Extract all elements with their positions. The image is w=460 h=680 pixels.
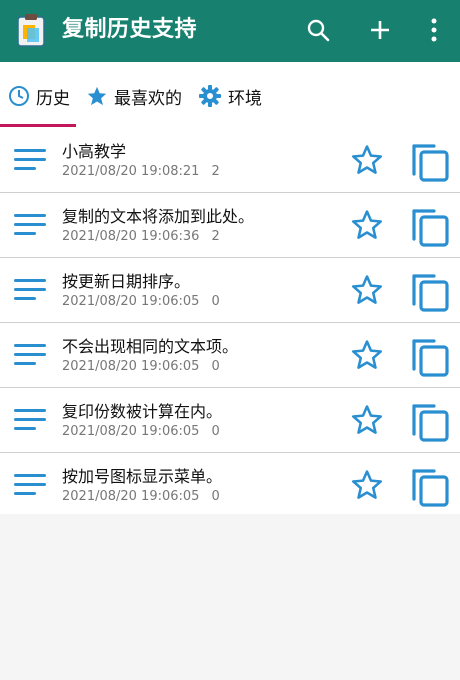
tab-label: 历史 — [36, 88, 70, 109]
copy-icon[interactable] — [410, 138, 450, 182]
menu-lines-icon[interactable] — [14, 146, 48, 174]
item-time: 2021/08/20 19:08:21 — [62, 164, 200, 179]
copy-count: 2 — [211, 229, 220, 244]
menu-lines-icon[interactable] — [14, 341, 48, 369]
add-icon — [371, 21, 389, 39]
tab-label: 最喜欢的 — [114, 88, 182, 109]
favorite-star-icon[interactable] — [350, 403, 384, 437]
more-vert-icon — [431, 18, 437, 42]
copy-count: 0 — [211, 359, 220, 374]
copy-count: 0 — [211, 294, 220, 309]
item-meta: 2021/08/20 19:06:05 0 — [62, 359, 220, 374]
app-bar: 复制历史支持 — [0, 0, 460, 62]
list-item[interactable]: 不会出现相同的文本项。 2021/08/20 19:06:05 0 — [0, 323, 460, 388]
menu-lines-icon[interactable] — [14, 276, 48, 304]
copy-icon[interactable] — [410, 398, 450, 442]
copy-icon[interactable] — [410, 203, 450, 247]
item-time: 2021/08/20 19:06:05 — [62, 489, 200, 504]
favorite-star-icon[interactable] — [350, 143, 384, 177]
favorite-star-icon[interactable] — [350, 468, 384, 502]
copy-count: 0 — [211, 489, 220, 504]
item-title: 不会出现相同的文本项。 — [62, 337, 239, 356]
list-item[interactable]: 按加号图标显示菜单。 2021/08/20 19:06:05 0 — [0, 453, 460, 518]
gear-icon — [199, 85, 221, 107]
search-icon — [307, 19, 330, 42]
empty-area — [0, 514, 460, 680]
app-title: 复制历史支持 — [62, 17, 198, 42]
list-item[interactable]: 复印份数被计算在内。 2021/08/20 19:06:05 0 — [0, 388, 460, 453]
favorite-star-icon[interactable] — [350, 208, 384, 242]
item-title: 复印份数被计算在内。 — [62, 402, 223, 421]
history-list: 小高教学 2021/08/20 19:08:21 2 复制的文本将添加到此处。 2021… — [0, 128, 460, 518]
menu-lines-icon[interactable] — [14, 211, 48, 239]
tab-settings[interactable]: 环境 — [198, 82, 262, 110]
copy-count: 2 — [211, 164, 220, 179]
item-title: 按加号图标显示菜单。 — [62, 467, 223, 486]
copy-icon[interactable] — [410, 268, 450, 312]
item-title: 复制的文本将添加到此处。 — [62, 207, 255, 226]
item-time: 2021/08/20 19:06:05 — [62, 359, 200, 374]
item-title: 小高教学 — [62, 142, 127, 161]
item-meta: 2021/08/20 19:06:05 0 — [62, 424, 220, 439]
tab-favorites[interactable]: 最喜欢的 — [86, 82, 182, 110]
list-item[interactable]: 按更新日期排序。 2021/08/20 19:06:05 0 — [0, 258, 460, 323]
search-button[interactable] — [304, 16, 332, 44]
menu-lines-icon[interactable] — [14, 471, 48, 499]
item-meta: 2021/08/20 19:06:05 0 — [62, 294, 220, 309]
tab-history[interactable]: 历史 — [8, 82, 70, 110]
active-tab-indicator — [0, 124, 76, 127]
item-meta: 2021/08/20 19:06:05 0 — [62, 489, 220, 504]
copy-icon[interactable] — [410, 463, 450, 507]
more-button[interactable] — [420, 16, 448, 44]
tab-bar: 历史 最喜欢的 环境 — [0, 62, 460, 128]
star-filled-icon — [87, 86, 107, 106]
list-item[interactable]: 小高教学 2021/08/20 19:08:21 2 — [0, 128, 460, 193]
copy-icon[interactable] — [410, 333, 450, 377]
item-time: 2021/08/20 19:06:05 — [62, 294, 200, 309]
clipboard-icon — [17, 13, 45, 47]
item-time: 2021/08/20 19:06:36 — [62, 229, 200, 244]
item-meta: 2021/08/20 19:06:36 2 — [62, 229, 220, 244]
item-time: 2021/08/20 19:06:05 — [62, 424, 200, 439]
add-button[interactable] — [366, 16, 394, 44]
item-meta: 2021/08/20 19:08:21 2 — [62, 164, 220, 179]
favorite-star-icon[interactable] — [350, 338, 384, 372]
item-title: 按更新日期排序。 — [62, 272, 191, 291]
list-item[interactable]: 复制的文本将添加到此处。 2021/08/20 19:06:36 2 — [0, 193, 460, 258]
tab-label: 环境 — [228, 88, 262, 109]
copy-count: 0 — [211, 424, 220, 439]
clock-icon — [9, 86, 29, 106]
menu-lines-icon[interactable] — [14, 406, 48, 434]
favorite-star-icon[interactable] — [350, 273, 384, 307]
